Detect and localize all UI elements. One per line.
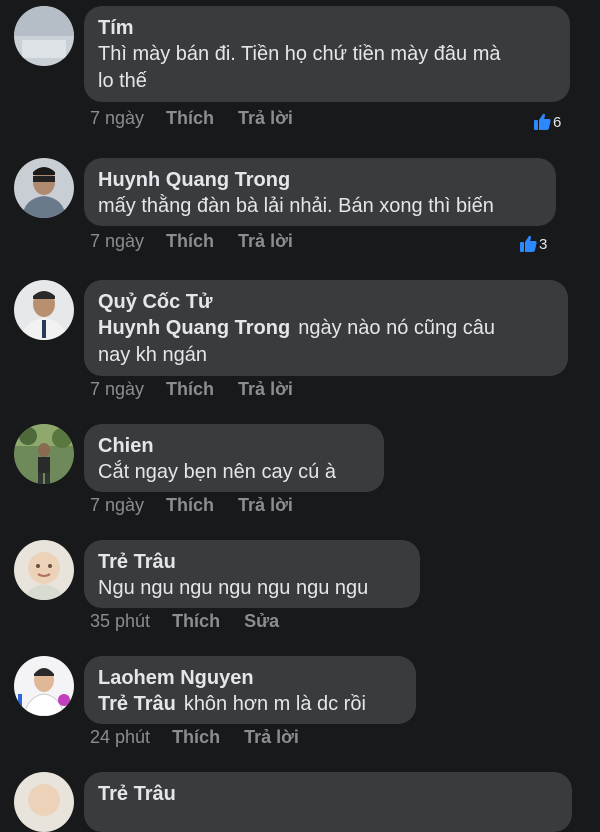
comment-author[interactable]: Chien [98,433,370,459]
comment-actions: 7 ngày Thích Trả lời [90,108,317,129]
like-button[interactable]: Thích [166,379,214,400]
edit-button[interactable]: Sửa [244,611,279,632]
comment-bubble: Quỷ Cốc Tử Huynh Quang Trong ngày nào nó … [84,280,568,376]
avatar[interactable] [14,540,74,600]
comment-text-line: Huynh Quang Trong ngày nào nó cũng câu [98,315,554,342]
comment-actions: 35 phút Thích Sửa [90,611,303,632]
reaction-number: 3 [539,235,548,253]
mention-link[interactable]: Huynh Quang Trong [98,317,290,339]
comment-bubble: Trẻ Trâu [84,772,572,832]
avatar[interactable] [14,656,74,716]
comment-text: Thì mày bán đi. Tiền họ chứ tiền mày đâu… [98,43,501,65]
comment-text: ngày nào nó cũng câu [298,317,496,339]
avatar[interactable] [14,424,74,484]
like-button[interactable]: Thích [172,611,220,632]
avatar[interactable] [14,158,74,218]
reply-button[interactable]: Trả lời [238,379,293,400]
reply-button[interactable]: Trả lời [244,727,299,748]
comment-text: Ngu ngu ngu ngu ngu ngu ngu [98,577,369,599]
like-button[interactable]: Thích [166,495,214,516]
comment-bubble: Chien Cắt ngay bẹn nên cay cú à [84,424,384,492]
like-button[interactable]: Thích [172,727,220,748]
comment-author[interactable]: Trẻ Trâu [98,781,558,807]
comment-timestamp[interactable]: 7 ngày [90,108,144,129]
comment-bubble: Laohem Nguyen Trẻ Trâu khôn hơn m là dc r… [84,656,416,724]
comment-author[interactable]: Huynh Quang Trong [98,167,542,193]
reply-button[interactable]: Trả lời [238,231,293,252]
comment-bubble: Huynh Quang Trong mấy thằng đàn bà lải n… [84,158,556,226]
reply-button[interactable]: Trả lời [238,495,293,516]
comment-actions: 24 phút Thích Trả lời [90,727,323,748]
comment-timestamp[interactable]: 24 phút [90,727,150,748]
comment-author[interactable]: Tím [98,15,556,41]
comment-text-line: Trẻ Trâu khôn hơn m là dc rồi [98,691,402,718]
comment-actions: 7 ngày Thích Trả lời [90,231,317,252]
comment-timestamp[interactable]: 7 ngày [90,379,144,400]
thumbs-up-icon [520,235,537,252]
comment-text: mấy thằng đàn bà lải nhải. Bán xong thì … [98,195,494,217]
avatar[interactable] [14,772,74,832]
avatar[interactable] [14,6,74,66]
reaction-count[interactable]: 6 [532,112,561,132]
comment-timestamp[interactable]: 7 ngày [90,231,144,252]
comment-timestamp[interactable]: 7 ngày [90,495,144,516]
reaction-count[interactable]: 3 [518,234,547,254]
comment-author[interactable]: Laohem Nguyen [98,665,402,691]
comment-bubble: Tím Thì mày bán đi. Tiền họ chứ tiền mày… [84,6,570,102]
like-button[interactable]: Thích [166,231,214,252]
comment-text: nay kh ngán [98,344,207,366]
comment-timestamp[interactable]: 35 phút [90,611,150,632]
like-button[interactable]: Thích [166,108,214,129]
comment-actions: 7 ngày Thích Trả lời [90,379,317,400]
comment-actions: 7 ngày Thích Trả lời [90,495,317,516]
comment-text: khôn hơn m là dc rồi [183,693,366,715]
reaction-number: 6 [553,113,562,131]
avatar[interactable] [14,280,74,340]
comment-bubble: Trẻ Trâu Ngu ngu ngu ngu ngu ngu ngu [84,540,420,608]
comment-text: Cắt ngay bẹn nên cay cú à [98,461,336,483]
comment-author[interactable]: Quỷ Cốc Tử [98,289,554,315]
thumbs-up-icon [534,113,551,130]
comment-text: lo thế [98,70,147,92]
mention-link[interactable]: Trẻ Trâu [98,693,176,715]
reply-button[interactable]: Trả lời [238,108,293,129]
comment-author[interactable]: Trẻ Trâu [98,549,406,575]
